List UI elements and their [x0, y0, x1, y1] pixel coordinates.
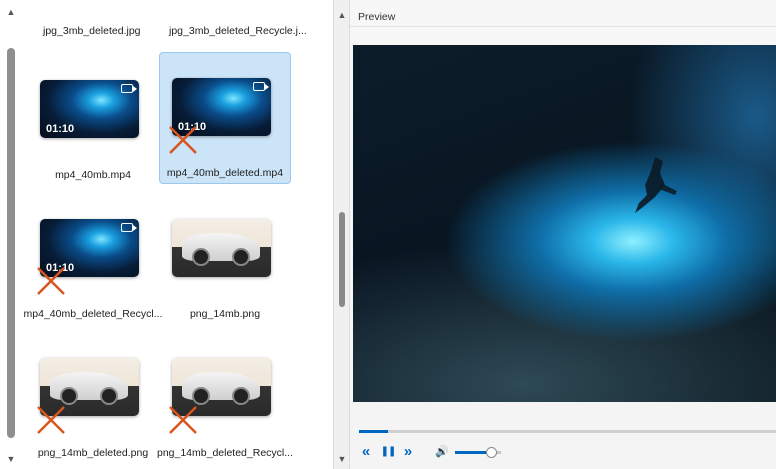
file-grid-panel: ▲ ▼ jpg_3mb_deleted.jpg jpg_3mb_deleted_… — [0, 0, 334, 469]
deleted-x-icon — [169, 126, 197, 154]
fast-forward-icon[interactable]: » — [400, 444, 416, 460]
volume-slider-handle[interactable] — [485, 447, 497, 458]
playback-progress-fill — [359, 430, 389, 433]
file-tile[interactable]: png_14mb_deleted_Recycl... — [157, 332, 293, 464]
car-image — [182, 233, 260, 266]
file-name-label: png_14mb.png — [189, 308, 261, 320]
pause-icon[interactable]: ❚❚ — [380, 444, 397, 460]
video-camera-icon — [121, 84, 137, 93]
file-name-label: png_14mb_deleted_Recycl... — [156, 447, 293, 459]
file-grid-scrollbar[interactable]: ▲ ▼ — [0, 0, 20, 469]
file-tile[interactable]: 01:10 mp4_40mb_deleted_Recycl... — [24, 193, 162, 325]
preview-divider — [350, 26, 776, 27]
volume-icon[interactable]: 🔊 — [434, 444, 450, 460]
file-tile[interactable]: 01:10 mp4_40mb.mp4 — [27, 54, 159, 186]
file-tile[interactable]: png_14mb_deleted.png — [27, 332, 159, 464]
video-preview[interactable] — [353, 45, 776, 402]
rewind-icon[interactable]: « — [358, 444, 374, 460]
car-image — [50, 372, 128, 405]
playback-progress-bar[interactable] — [359, 430, 776, 433]
scroll-down-arrow-icon[interactable]: ▼ — [337, 454, 347, 464]
file-name-label: mp4_40mb.mp4 — [55, 169, 131, 181]
video-camera-icon — [121, 223, 137, 232]
image-thumbnail — [172, 219, 271, 277]
deleted-x-icon — [37, 406, 65, 434]
diver-silhouette-icon — [635, 157, 677, 213]
preview-panel: Preview « ❚❚ » 🔊 — [349, 0, 776, 469]
video-thumbnail: 01:10 — [40, 80, 139, 138]
scroll-up-arrow-icon[interactable]: ▲ — [337, 10, 347, 20]
scroll-down-arrow-icon[interactable]: ▼ — [6, 455, 16, 464]
deleted-x-icon — [169, 406, 197, 434]
file-name-label: png_14mb_deleted.png — [37, 447, 149, 459]
file-label-jpg-deleted-recycle[interactable]: jpg_3mb_deleted_Recycle.j... — [169, 25, 307, 37]
preview-title: Preview — [358, 11, 396, 23]
car-image — [182, 372, 260, 405]
file-label-jpg-deleted[interactable]: jpg_3mb_deleted.jpg — [43, 25, 141, 37]
recovery-app-window: ▲ ▼ jpg_3mb_deleted.jpg jpg_3mb_deleted_… — [0, 0, 776, 469]
video-duration: 01:10 — [46, 123, 75, 135]
scrollbar-thumb[interactable] — [7, 48, 15, 438]
video-camera-icon — [253, 82, 269, 91]
panel-scrollbar[interactable]: ▲ ▼ — [335, 0, 349, 469]
scroll-up-arrow-icon[interactable]: ▲ — [6, 8, 16, 17]
scrollbar-thumb[interactable] — [339, 212, 345, 307]
file-tile[interactable]: 01:10 mp4_40mb_deleted.mp4 — [159, 52, 291, 184]
player-controls: « ❚❚ » 🔊 — [350, 402, 776, 469]
file-name-label: mp4_40mb_deleted.mp4 — [166, 167, 284, 179]
file-name-label: mp4_40mb_deleted_Recycl... — [23, 308, 163, 320]
file-tile[interactable]: png_14mb.png — [159, 193, 291, 325]
deleted-x-icon — [37, 267, 65, 295]
